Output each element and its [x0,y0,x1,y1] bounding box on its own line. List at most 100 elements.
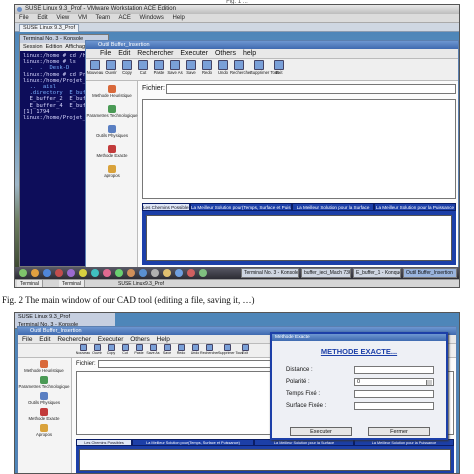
tab-chemins-possibles[interactable]: Les Chemins Possibles [142,203,190,211]
vm-menu-team[interactable]: Team [96,15,111,21]
toolbar-ouvrir-button[interactable]: Ouvrir [104,60,118,75]
menu-edit[interactable]: Edit [39,336,50,343]
vm-menu-windows[interactable]: Windows [140,15,164,21]
launcher-icon[interactable] [91,269,99,277]
launcher-icon[interactable] [31,269,39,277]
menu-help[interactable]: help [243,50,256,57]
toolbar-copy-button[interactable]: Copy [120,60,134,75]
surface-fixee-input[interactable] [354,402,434,410]
toolbar-supprimer-button[interactable]: Supprimer Tous [218,344,243,355]
menu-rechercher[interactable]: Rechercher [137,50,173,57]
save-icon [163,344,171,351]
terminal-menu-edition[interactable]: Edition [46,44,63,50]
open-folder-icon [93,344,101,351]
tab-meilleur-surface[interactable]: La Meilleur Solution pour la Surface [292,203,374,211]
physical-tools-icon [108,125,116,133]
temps-fixe-input[interactable] [354,390,434,398]
side-methode-exacte[interactable]: Methode Exacte [18,408,70,421]
launcher-icon[interactable] [55,269,63,277]
toolbar-paste-button[interactable]: Paste [152,60,166,75]
exact-method-icon [108,145,116,153]
side-methode-heuristique[interactable]: Methode Heuristique [18,360,70,373]
side-outils-physiques[interactable]: Outils Physiques [86,125,138,138]
vm-tab-label: SUSE Linux 9.3_Prof [18,314,70,320]
menu-file[interactable]: File [100,50,111,57]
toolbar-redo-button[interactable]: Redo [200,60,214,75]
tab-chemins-possibles[interactable]: Les Chemins Possibles [76,439,132,446]
tab-meilleur-puissance[interactable]: La Meilleur Solution pour la Puissance [374,203,456,211]
menu-others[interactable]: Others [130,336,150,343]
launcher-icon[interactable] [139,269,147,277]
cad-side-panel-2: Methode Heuristique Parametres Technolog… [18,358,72,473]
side-outils-physiques[interactable]: Outils Physiques [18,392,70,405]
distance-label: Distance : [286,367,313,373]
vm-tab-suse[interactable]: SUSE Linux 9.3_Prof [19,24,79,32]
launcher-icon[interactable] [151,269,159,277]
fichier-input[interactable] [98,360,274,368]
side-methode-exacte[interactable]: Methode Exacte [86,145,138,158]
toolbar-cut-button[interactable]: Cut [136,60,150,75]
side-parametres-technologique[interactable]: Parametres Technologique [18,376,70,389]
launcher-icon[interactable] [127,269,135,277]
bottom-tab-terminal-2[interactable]: Terminal [59,280,85,287]
tab-meilleur-temps-surface-puissance[interactable]: La Meilleur Solution pour(Temps, Surface… [190,203,292,211]
parameters-icon [40,376,48,384]
taskbar-konqueror-button[interactable]: E_buffer_1 - Konqueror [353,268,401,278]
distance-input[interactable] [354,366,434,374]
taskbar-terminal-button[interactable]: Terminal No. 3 - Konsole [241,268,299,278]
polarite-select[interactable]: 0 [354,378,434,386]
tab-meilleur-surface[interactable]: La Meilleur Solution pour la Surface [254,439,354,446]
editor-area[interactable] [142,99,456,199]
launcher-icon[interactable] [199,269,207,277]
vm-menu-vm[interactable]: VM [78,15,87,21]
toolbar-nouveau-button[interactable]: Nouveau [87,60,103,75]
side-parametres-technologique[interactable]: Parametres Technologique [86,105,138,118]
toolbar-exit-button[interactable]: Exit [238,344,252,355]
menu-executer[interactable]: Executer [180,50,208,57]
fichier-input[interactable] [166,84,456,94]
start-menu-icon[interactable] [19,269,27,277]
fermer-button[interactable]: Fermer [368,427,430,436]
menu-others[interactable]: Others [215,50,236,57]
vm-menu-ace[interactable]: ACE [119,15,131,21]
vm-menu-help[interactable]: Help [173,15,185,21]
executer-button[interactable]: Executer [290,427,352,436]
vm-bottom-bar: Terminal Terminal SUSE Linux9.3_Prof [15,279,459,287]
result-area[interactable] [79,449,451,471]
menu-help[interactable]: Help [157,336,170,343]
taskbar-cad-button[interactable]: Outil Buffer_Insertion [403,268,457,278]
taskbar-buffer-button[interactable]: buffer_ieci_Mach 736 & 2 3:00 [301,268,351,278]
toolbar-rechercher-button[interactable]: Rechercher [200,344,219,355]
side-methode-heuristique[interactable]: Methode Heuristique [86,85,138,98]
toolbar-undo-button[interactable]: Undo [216,60,230,75]
terminal-menu-session[interactable]: Session [23,44,43,50]
toolbar-supprimer-button[interactable]: Supprimer Tous [250,60,279,75]
menu-executer[interactable]: Executer [98,336,124,343]
launcher-icon[interactable] [79,269,87,277]
side-apropos[interactable]: apropos [86,165,138,178]
tab-meilleur-puissance[interactable]: La Meilleur Solution pour la Puissance [354,439,454,446]
redo-icon [202,60,212,70]
toolbar-save-as-button[interactable]: Save As [167,60,183,75]
launcher-icon[interactable] [175,269,183,277]
polarite-label: Polarité : [286,379,310,385]
menu-file[interactable]: File [22,336,32,343]
menu-edit[interactable]: Edit [118,50,130,57]
launcher-icon[interactable] [67,269,75,277]
menu-rechercher[interactable]: Rechercher [57,336,91,343]
toolbar-rechercher-button[interactable]: Rechercher [230,60,252,75]
bottom-tab-terminal[interactable]: Terminal [17,280,43,287]
launcher-icon[interactable] [163,269,171,277]
side-apropos[interactable]: Apropos [18,424,70,437]
launcher-icon[interactable] [187,269,195,277]
launcher-icon[interactable] [43,269,51,277]
vm-menu-edit[interactable]: Edit [37,15,47,21]
vm-menu-file[interactable]: File [19,15,29,21]
result-area[interactable] [146,215,452,261]
launcher-icon[interactable] [115,269,123,277]
toolbar-exit-button[interactable]: Exit [272,60,286,75]
launcher-icon[interactable] [103,269,111,277]
vm-menu-view[interactable]: View [56,15,69,21]
tab-meilleur-temps-surface-puissance[interactable]: La Meilleur Solution pour(Temps, Surface… [132,439,254,446]
toolbar-save-button[interactable]: Save [184,60,198,75]
